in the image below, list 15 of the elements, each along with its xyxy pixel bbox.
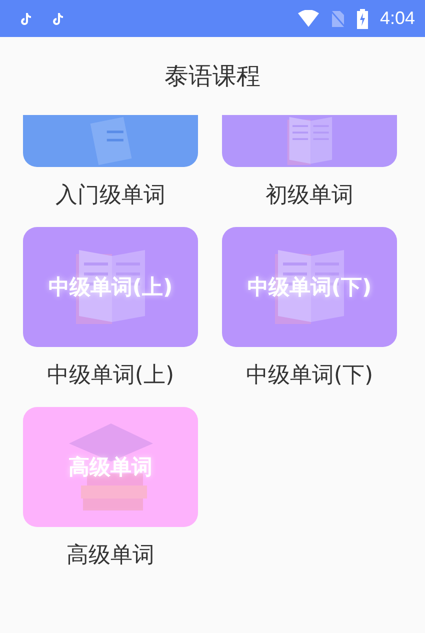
music-note-icon xyxy=(52,12,64,26)
course-label[interactable]: 中级单词(上) xyxy=(46,361,174,391)
battery-charging-icon xyxy=(356,8,368,28)
course-label[interactable]: 中级单词(下) xyxy=(246,361,374,391)
card-banner-text: 高级单词 xyxy=(68,454,152,481)
wifi-icon xyxy=(298,10,319,27)
course-label[interactable]: 初级单词 xyxy=(266,181,354,211)
page-title: 泰语课程 xyxy=(164,61,260,92)
card-banner-text: 中级单词(上) xyxy=(48,274,173,301)
course-label[interactable]: 高级单词 xyxy=(66,541,154,571)
card-banner-text: 中级单词(下) xyxy=(247,274,372,301)
music-note-icon xyxy=(20,12,32,26)
status-time: 4:04 xyxy=(380,8,415,29)
no-sim-icon xyxy=(330,10,345,28)
course-label[interactable]: 入门级单词 xyxy=(56,181,166,211)
